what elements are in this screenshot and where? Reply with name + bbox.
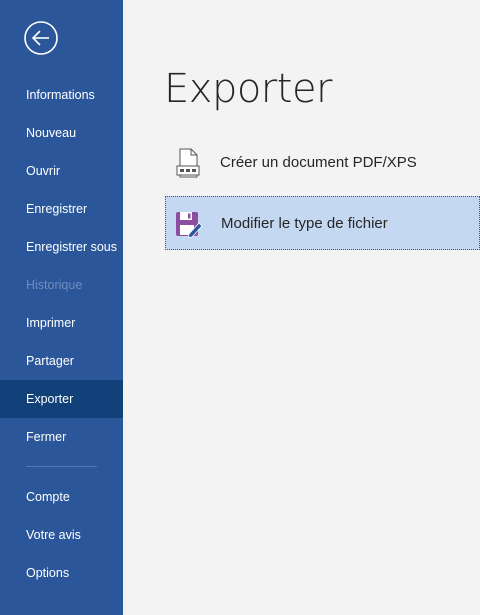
sidebar-item-ouvrir[interactable]: Ouvrir	[0, 153, 123, 189]
main-pane: Exporter Créer un document PDF/XPS Modif…	[123, 0, 480, 615]
export-option-change-file-type[interactable]: Modifier le type de fichier	[165, 196, 480, 250]
backstage-sidebar: Informations Nouveau Ouvrir Enregistrer …	[0, 0, 123, 615]
sidebar-item-partager[interactable]: Partager	[0, 343, 123, 379]
sidebar-item-enregistrer-sous[interactable]: Enregistrer sous	[0, 229, 123, 265]
export-option-pdf-xps[interactable]: Créer un document PDF/XPS	[165, 136, 480, 190]
export-option-change-type-label: Modifier le type de fichier	[221, 215, 388, 232]
sidebar-item-compte[interactable]: Compte	[0, 479, 123, 515]
sidebar-item-historique: Historique	[26, 278, 83, 292]
sidebar-divider	[26, 466, 97, 467]
page-title: Exporter	[164, 66, 333, 112]
export-option-pdf-label: Créer un document PDF/XPS	[220, 154, 417, 171]
sidebar-item-imprimer[interactable]: Imprimer	[0, 305, 123, 341]
sidebar-item-options[interactable]: Options	[0, 555, 123, 591]
back-arrow-icon	[24, 21, 58, 55]
back-button[interactable]	[24, 21, 58, 55]
pdf-document-icon	[174, 148, 202, 178]
sidebar-item-votre-avis[interactable]: Votre avis	[0, 517, 123, 553]
sidebar-item-fermer[interactable]: Fermer	[0, 419, 123, 455]
save-edit-icon	[175, 209, 203, 239]
sidebar-item-exporter[interactable]: Exporter	[0, 380, 123, 418]
sidebar-item-nouveau[interactable]: Nouveau	[0, 115, 123, 151]
sidebar-item-enregistrer[interactable]: Enregistrer	[0, 191, 123, 227]
sidebar-item-informations[interactable]: Informations	[0, 77, 123, 113]
